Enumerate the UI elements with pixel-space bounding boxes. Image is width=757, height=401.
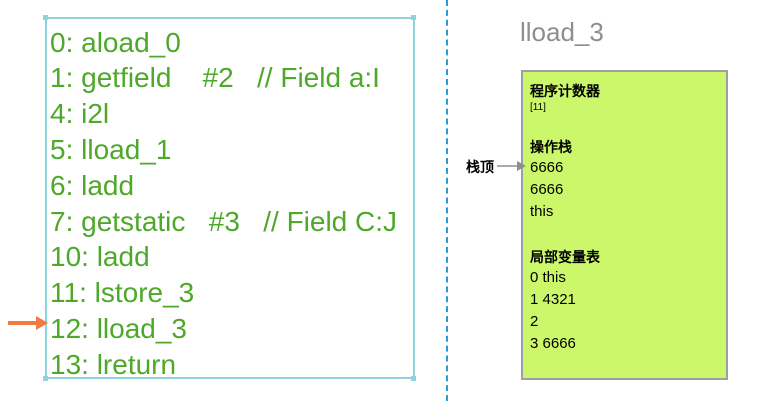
operand-stack-item: 6666: [530, 159, 564, 176]
bytecode-listing: 0: aload_0 1: getfield #2 // Field a:I 4…: [45, 17, 415, 380]
selection-handle: [411, 376, 416, 381]
selection-handle: [43, 376, 48, 381]
stack-top-label: 栈顶: [466, 159, 494, 175]
operand-stack-item: 6666: [530, 181, 564, 198]
instruction-title: lload_3: [520, 17, 604, 47]
bytecode-line: 5: lload_1: [50, 134, 172, 165]
current-instruction-arrow-icon: [8, 316, 48, 330]
bytecode-line: 11: lstore_3: [50, 277, 195, 308]
stack-top-arrow-icon: [497, 161, 526, 171]
bytecode-line: 0: aload_0: [50, 27, 181, 58]
section-divider: [446, 0, 448, 401]
pc-heading: 程序计数器: [530, 83, 600, 99]
bytecode-line: 10: ladd: [50, 241, 150, 272]
bytecode-line: 1: getfield #2 // Field a:I: [50, 62, 380, 93]
local-variable-entry: 2: [530, 313, 539, 330]
local-variables-heading: 局部变量表: [530, 249, 600, 265]
bytecode-line: 6: ladd: [50, 170, 135, 201]
bytecode-line: 4: i2l: [50, 98, 110, 129]
bytecode-line: 7: getstatic #3 // Field C:J: [50, 206, 398, 237]
local-variable-entry: 3 6666: [530, 335, 576, 352]
selection-handle: [43, 15, 48, 20]
selection-handle: [411, 15, 416, 20]
operand-stack-item: this: [530, 203, 554, 220]
local-variable-entry: 0 this: [530, 269, 566, 286]
bytecode-line-current: 12: lload_3: [50, 313, 188, 344]
stack-frame: 程序计数器 [11] 操作栈 6666 6666 this 局部变量表 0 th…: [521, 70, 728, 380]
operand-stack-heading: 操作栈: [530, 139, 572, 155]
pc-value: [11]: [530, 102, 546, 113]
bytecode-line: 13: lreturn: [50, 349, 177, 380]
local-variable-entry: 1 4321: [530, 291, 576, 308]
